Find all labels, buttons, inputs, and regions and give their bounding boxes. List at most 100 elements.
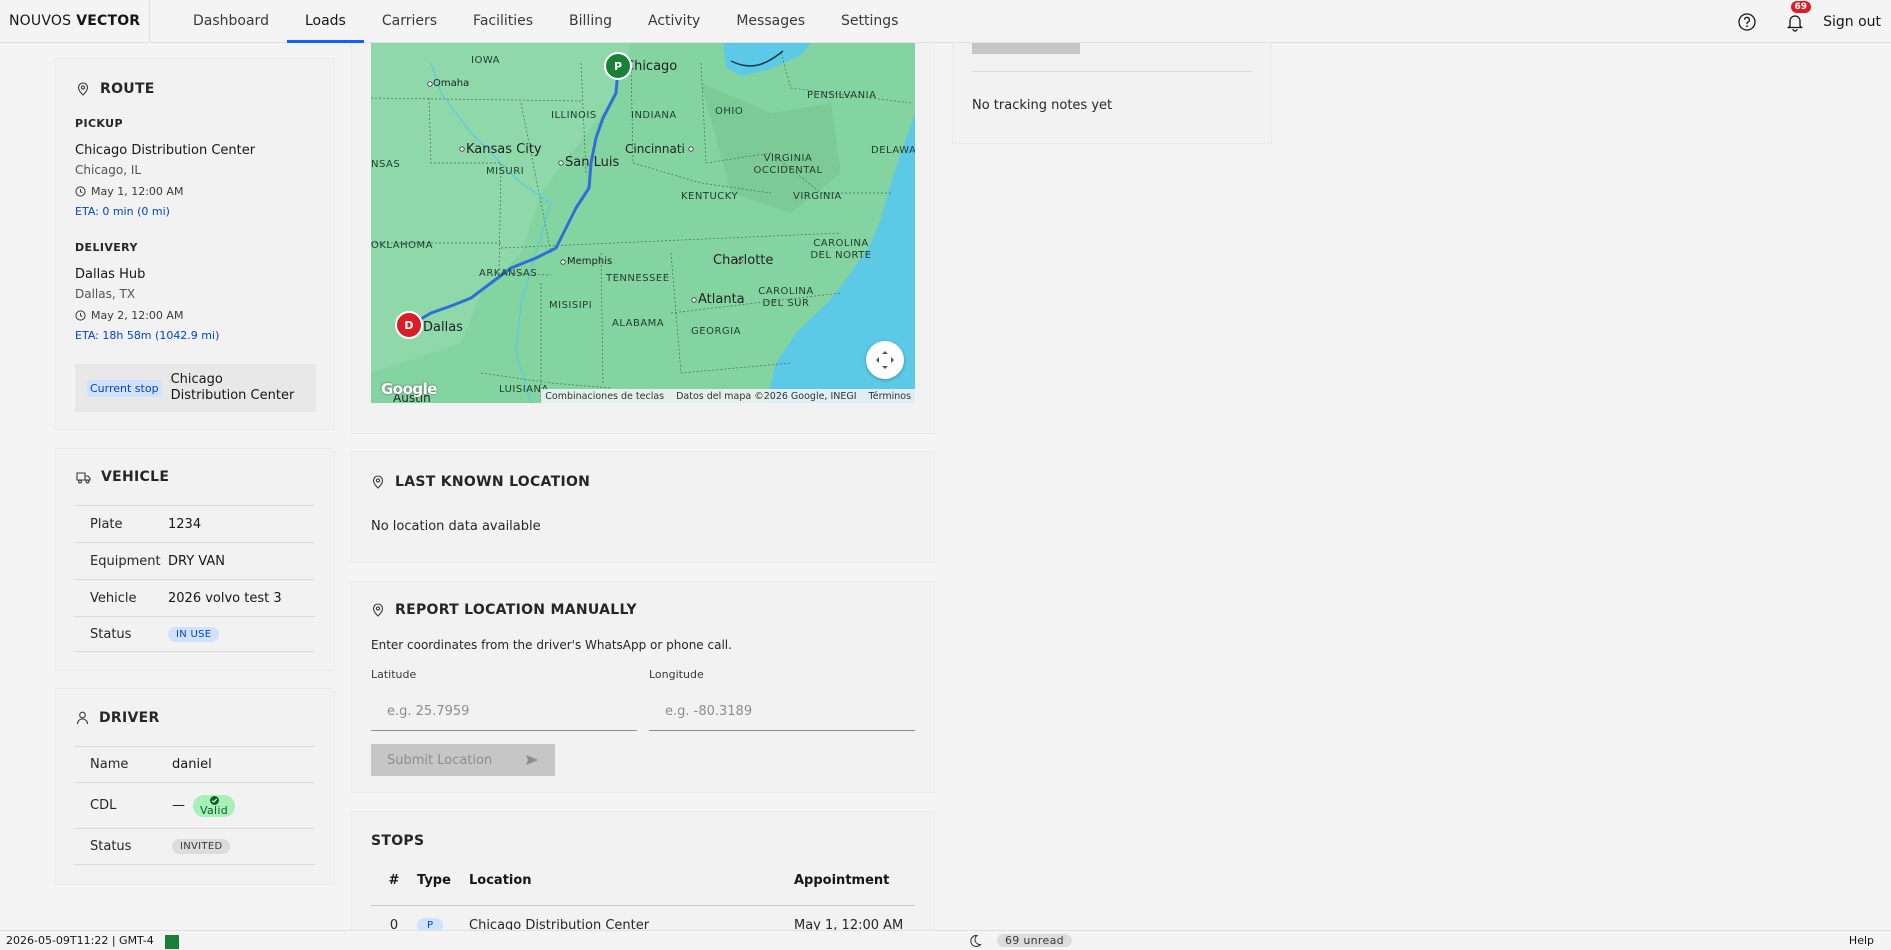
unread-badge[interactable]: 69 unread (997, 934, 1072, 947)
map-label: Dallas (423, 320, 463, 335)
nav-loads[interactable]: Loads (286, 0, 364, 43)
map-label: San Luis (565, 155, 620, 170)
map-label: VIRGINIA (793, 191, 842, 202)
nav-settings[interactable]: Settings (823, 0, 916, 43)
report-location-title: REPORT LOCATION MANUALLY (371, 602, 637, 618)
table-row: Vehicle 2026 volvo test 3 (74, 579, 315, 616)
theme-toggle-moon-icon[interactable] (968, 934, 982, 950)
map-label: PENSILVANIA (807, 90, 877, 101)
driver-table: Name daniel CDL — Valid Status INVITED (74, 746, 315, 865)
tracking-notes-button[interactable] (972, 43, 1080, 54)
notification-count-badge: 69 (1790, 1, 1812, 13)
map-label: CAROLINA DEL SUR (758, 286, 814, 309)
nav-carriers[interactable]: Carriers (364, 0, 455, 43)
table-row: Equipment DRY VAN (74, 542, 315, 579)
route-title: ROUTE (76, 81, 155, 97)
map-label: Charlotte (713, 253, 774, 268)
route-card: ROUTE PICKUP Chicago Distribution Center… (55, 58, 335, 430)
nav-activity[interactable]: Activity (630, 0, 718, 43)
driver-title: DRIVER (76, 710, 160, 726)
map-label: ALABAMA (612, 318, 665, 329)
vehicle-status-badge: IN USE (168, 626, 220, 642)
col-appointment: Appointment (794, 873, 890, 888)
delivery-eta: ETA: 18h 58m (1042.9 mi) (75, 329, 220, 342)
main-nav: Dashboard Loads Carriers Facilities Bill… (175, 0, 916, 43)
submit-location-button[interactable]: Submit Location (371, 744, 555, 776)
nav-dashboard[interactable]: Dashboard (175, 0, 287, 43)
map-label: VIRGINIA OCCIDENTAL (753, 153, 823, 176)
nav-messages[interactable]: Messages (718, 0, 823, 43)
map-label: KENTUCKY (681, 191, 739, 202)
map-label: GEORGIA (691, 326, 741, 337)
pickup-eta: ETA: 0 min (0 mi) (75, 205, 170, 218)
keyboard-shortcuts-link[interactable]: Combinaciones de teclas (545, 391, 664, 402)
map-fullscreen-button[interactable] (866, 341, 904, 379)
map-label: ARKANSAS (479, 268, 538, 279)
table-row: CDL — Valid (74, 782, 315, 828)
help-link[interactable]: Help (1849, 934, 1874, 947)
nav-billing[interactable]: Billing (551, 0, 630, 43)
stops-card: STOPS # Type Location Appointment 0 P Ch… (351, 811, 935, 933)
table-row: Name daniel (74, 746, 315, 782)
map-label: Chicago (625, 59, 678, 74)
col-location: Location (469, 873, 532, 888)
top-header: NOUVOS VECTOR Dashboard Loads Carriers Fa… (0, 0, 1891, 43)
delivery-heading: DELIVERY (75, 241, 138, 254)
google-logo[interactable]: Google (381, 380, 437, 398)
user-icon (76, 711, 89, 725)
map-terms-link[interactable]: Términos (869, 391, 911, 402)
map-label: OHIO (715, 106, 744, 117)
longitude-input[interactable]: e.g. -80.3189 (649, 693, 915, 731)
map-label: MISURI (486, 166, 525, 177)
sign-out-link[interactable]: Sign out (1819, 14, 1891, 30)
status-bar: 2026-05-09T11:22 | GMT-4 69 unread Help (0, 930, 1891, 950)
map-label: DELAWA (871, 145, 915, 156)
tracking-notes-card: No tracking notes yet (952, 43, 1272, 144)
delivery-city: Dallas, TX (75, 287, 136, 301)
tracking-divider (972, 71, 1252, 72)
cdl-valid-badge: Valid (193, 794, 236, 817)
help-icon[interactable] (1723, 0, 1771, 43)
location-pin-icon (77, 82, 89, 96)
notifications-bell-icon[interactable]: 69 (1771, 0, 1819, 43)
stops-title: STOPS (371, 833, 425, 849)
clock-icon (75, 186, 86, 197)
expand-icon (876, 351, 894, 369)
driver-card: DRIVER Name daniel CDL — Valid Status INVI… (55, 688, 335, 885)
connection-status-icon (165, 935, 179, 949)
route-map[interactable]: IOWA Omaha Chicago ILLINOIS INDIANA OHIO… (371, 43, 915, 403)
map-label: Cincinnati (625, 142, 685, 156)
map-data-attribution: Datos del mapa ©2026 Google, INEGI (676, 390, 857, 402)
stops-table-header: # Type Location Appointment (371, 856, 915, 906)
map-label: IOWA (471, 55, 501, 66)
location-pin-icon (372, 603, 384, 617)
pickup-time: May 1, 12:00 AM (75, 185, 183, 198)
current-stop-box: Current stop Chicago Distribution Center (75, 364, 316, 412)
map-label: TENNESSEE (606, 273, 670, 284)
send-icon (526, 755, 538, 765)
clock-icon (75, 310, 86, 321)
table-row: Status INVITED (74, 828, 315, 865)
last-known-location-card: LAST KNOWN LOCATION No location data ava… (351, 451, 935, 563)
last-known-title: LAST KNOWN LOCATION (371, 474, 590, 490)
map-label: Omaha (433, 78, 470, 89)
no-location-message: No location data available (371, 519, 541, 534)
nav-facilities[interactable]: Facilities (455, 0, 551, 43)
map-label: OKLAHOMA (371, 240, 433, 251)
table-row: Plate 1234 (74, 505, 315, 542)
map-label: CAROLINA DEL NORTE (810, 238, 872, 261)
current-stop-value: Chicago Distribution Center (170, 372, 295, 403)
vehicle-title: VEHICLE (76, 469, 169, 485)
location-pin-icon (372, 475, 384, 489)
brand-logo[interactable]: NOUVOS VECTOR (0, 0, 150, 43)
current-stop-label: Current stop (87, 379, 162, 397)
vehicle-card: VEHICLE Plate 1234 Equipment DRY VAN Vehic… (55, 448, 335, 671)
vehicle-table: Plate 1234 Equipment DRY VAN Vehicle 2026 v… (74, 505, 315, 652)
latitude-label: Latitude (371, 668, 417, 681)
col-type: Type (417, 873, 451, 888)
latitude-input[interactable]: e.g. 25.7959 (371, 693, 637, 731)
map-footer: Combinaciones de teclas Datos del mapa ©… (541, 389, 915, 403)
delivery-marker[interactable]: D (395, 311, 423, 339)
map-label: MISISIPI (549, 300, 593, 311)
pickup-marker[interactable]: P (604, 52, 632, 80)
